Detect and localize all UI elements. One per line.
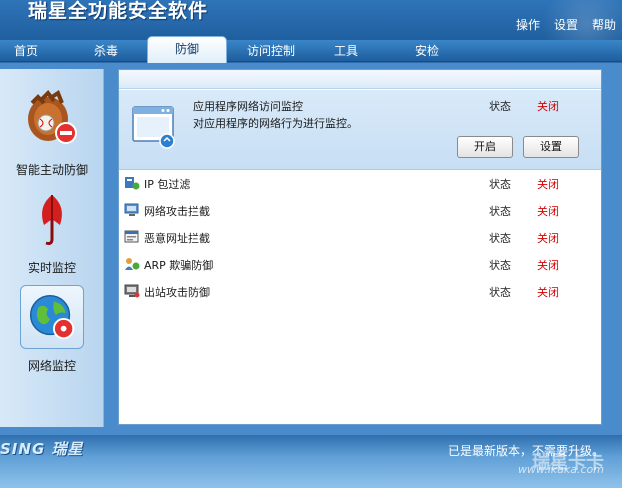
- title-bar: 瑞星全功能安全软件 操作 设置 帮助: [0, 0, 622, 70]
- baseball-glove-icon: [20, 89, 84, 153]
- row-status-value[interactable]: 关闭: [537, 230, 559, 246]
- row-label: 网络攻击拦截: [144, 205, 210, 218]
- featured-status-value: 关闭: [537, 100, 559, 113]
- row-status-label: 状态: [489, 286, 511, 299]
- menu-operate[interactable]: 操作: [516, 16, 540, 33]
- sidebar-item-label: 实时监控: [27, 261, 76, 275]
- watermark-url: www.ikaka.com: [517, 463, 604, 476]
- main-area: 智能主动防御 实时监控 网络监控 应用程序网络访问监控 对应用程序的网络行为进行…: [0, 63, 622, 435]
- tab-defense[interactable]: 防御: [147, 36, 227, 63]
- list-item-outbound-defense[interactable]: 出站攻击防御 状态 关闭: [119, 281, 601, 301]
- ip-filter-icon: [124, 176, 140, 190]
- sidebar-item-realtime-monitor[interactable]: 实时监控: [0, 187, 104, 276]
- sidebar-item-network-monitor[interactable]: 网络监控: [0, 285, 104, 374]
- arp-icon: [124, 257, 140, 271]
- tab-antivirus[interactable]: 杀毒: [84, 40, 128, 62]
- app-window-icon: [131, 103, 179, 151]
- sidebar-item-label: 智能主动防御: [15, 163, 88, 177]
- featured-monitor: 应用程序网络访问监控 对应用程序的网络行为进行监控。 状态 关闭 开启 设置: [119, 90, 601, 170]
- tab-bar: 首页 杀毒 防御 访问控制 工具 安检: [0, 36, 622, 66]
- featured-title: 应用程序网络访问监控: [193, 100, 303, 113]
- globe-icon: [20, 285, 84, 349]
- sidebar-item-smart-defense[interactable]: 智能主动防御: [0, 89, 104, 178]
- settings-button[interactable]: 设置: [523, 136, 579, 158]
- app-title: 瑞星全功能安全软件: [28, 0, 209, 22]
- row-status-value[interactable]: 关闭: [537, 284, 559, 300]
- tab-home[interactable]: 首页: [4, 40, 48, 62]
- enable-button[interactable]: 开启: [457, 136, 513, 158]
- outbound-icon: [124, 284, 140, 298]
- brand-logo: SING 瑞星: [0, 440, 84, 458]
- row-label: 恶意网址拦截: [144, 232, 210, 245]
- menu-settings[interactable]: 设置: [554, 16, 578, 33]
- featured-status-label: 状态: [489, 100, 511, 113]
- attack-shield-icon: [124, 203, 140, 217]
- row-label: IP 包过滤: [144, 178, 191, 191]
- umbrella-icon: [20, 187, 84, 251]
- sidebar: 智能主动防御 实时监控 网络监控: [0, 69, 104, 427]
- featured-description: 对应用程序的网络行为进行监控。: [193, 117, 358, 130]
- sidebar-item-label: 网络监控: [27, 359, 76, 373]
- url-block-icon: [124, 230, 140, 244]
- content-header: [119, 70, 601, 89]
- tab-tools[interactable]: 工具: [324, 40, 368, 62]
- row-label: ARP 欺骗防御: [144, 259, 214, 272]
- menu-help[interactable]: 帮助: [592, 16, 616, 33]
- list-item-arp-defense[interactable]: ARP 欺骗防御 状态 关闭: [119, 254, 601, 274]
- list-item-network-attack[interactable]: 网络攻击拦截 状态 关闭: [119, 200, 601, 220]
- row-status-label: 状态: [489, 178, 511, 191]
- row-status-value[interactable]: 关闭: [537, 257, 559, 273]
- list-item-ip-filter[interactable]: IP 包过滤 状态 关闭: [119, 173, 601, 193]
- row-status-value[interactable]: 关闭: [537, 203, 559, 219]
- top-menu: 操作 设置 帮助: [516, 16, 616, 33]
- row-status-label: 状态: [489, 259, 511, 272]
- row-status-label: 状态: [489, 205, 511, 218]
- tab-security-check[interactable]: 安检: [405, 40, 449, 62]
- row-label: 出站攻击防御: [144, 286, 210, 299]
- row-status-label: 状态: [489, 232, 511, 245]
- content-panel: 应用程序网络访问监控 对应用程序的网络行为进行监控。 状态 关闭 开启 设置 I…: [118, 69, 602, 425]
- tab-access-control[interactable]: 访问控制: [238, 40, 304, 62]
- status-bar: SING 瑞星 已是最新版本，不需要升级。 瑞星卡卡 www.ikaka.com: [0, 435, 622, 488]
- list-item-malicious-url[interactable]: 恶意网址拦截 状态 关闭: [119, 227, 601, 247]
- row-status-value[interactable]: 关闭: [537, 176, 559, 192]
